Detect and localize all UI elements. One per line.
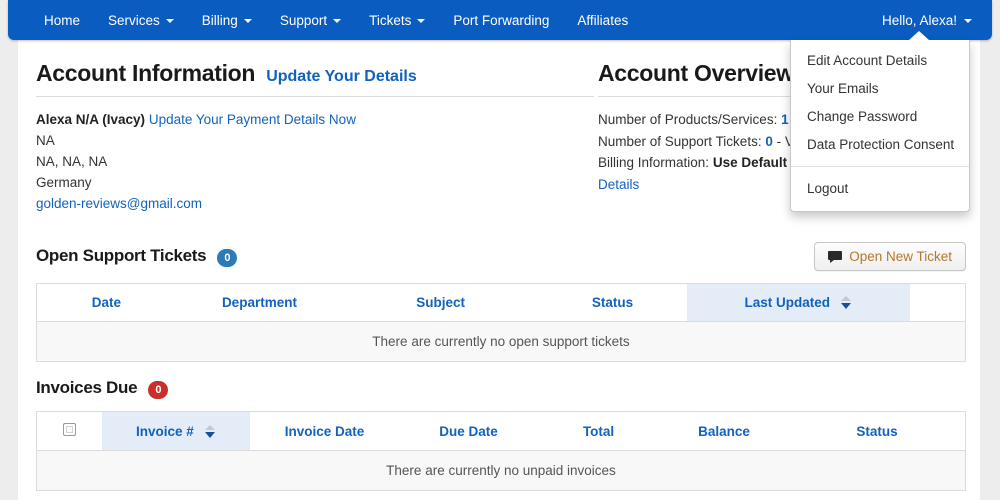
divider bbox=[36, 96, 594, 97]
column-header-last-updated-label: Last Updated bbox=[744, 295, 830, 310]
nav-item-port-forwarding[interactable]: Port Forwarding bbox=[439, 0, 563, 40]
support-tickets-count[interactable]: 0 bbox=[765, 134, 773, 149]
support-tickets-table: Date Department Subject Status Last Upda… bbox=[36, 283, 966, 362]
column-header-invoice-status[interactable]: Status bbox=[789, 411, 966, 451]
invoices-due-heading: Invoices Due 0 bbox=[36, 378, 966, 399]
update-payment-details-link[interactable]: Update Your Payment Details Now bbox=[149, 112, 356, 127]
invoices-due-count-badge: 0 bbox=[148, 381, 169, 399]
nav-item-affiliates[interactable]: Affiliates bbox=[563, 0, 642, 40]
menu-item-data-protection-consent[interactable]: Data Protection Consent bbox=[791, 131, 969, 159]
nav-item-billing[interactable]: Billing bbox=[188, 0, 266, 40]
invoices-table-head: Invoice # Invoice Date Due Date Total Ba… bbox=[36, 411, 966, 451]
account-information-section: Account Information Update Your Details … bbox=[36, 60, 594, 214]
chevron-down-icon bbox=[964, 19, 972, 23]
chevron-down-icon bbox=[417, 19, 426, 23]
account-dropdown-menu: Edit Account Details Your Emails Change … bbox=[790, 31, 970, 212]
support-tickets-table-head: Date Department Subject Status Last Upda… bbox=[36, 283, 966, 322]
column-header-status[interactable]: Status bbox=[538, 283, 687, 322]
menu-item-your-emails[interactable]: Your Emails bbox=[791, 75, 969, 103]
invoices-due-title: Invoices Due bbox=[36, 378, 138, 397]
column-header-actions bbox=[909, 283, 966, 322]
page-title: Account Information bbox=[36, 60, 256, 86]
open-support-tickets-header: Open Support Tickets 0 Open New Ticket bbox=[36, 242, 966, 271]
nav-item-label: Port Forwarding bbox=[453, 12, 550, 28]
invoices-due-section: Invoices Due 0 Invoice # Invoice Date Du… bbox=[36, 378, 966, 491]
account-overview-title: Account Overview bbox=[598, 60, 794, 86]
billing-information-value: Use Default ( bbox=[712, 155, 796, 170]
open-new-ticket-button[interactable]: Open New Ticket bbox=[814, 242, 966, 271]
menu-item-change-password[interactable]: Change Password bbox=[791, 103, 969, 131]
invoices-empty-message: There are currently no unpaid invoices bbox=[36, 450, 966, 491]
page-root: Home Services Billing Support Tickets Po… bbox=[0, 0, 1000, 500]
support-tickets-table-body: There are currently no open support tick… bbox=[36, 321, 966, 362]
nav-item-label: Billing bbox=[201, 12, 238, 28]
billing-information-label: Billing Information: bbox=[598, 155, 710, 170]
top-navbar: Home Services Billing Support Tickets Po… bbox=[8, 0, 992, 40]
account-email-label: golden-reviews@gmail.com bbox=[36, 196, 203, 211]
nav-item-label: Support bbox=[279, 12, 328, 28]
invoices-table-body: There are currently no unpaid invoices bbox=[36, 450, 966, 491]
open-support-tickets-title: Open Support Tickets bbox=[36, 246, 207, 265]
nav-item-label: Tickets bbox=[369, 12, 412, 28]
nav-items: Home Services Billing Support Tickets Po… bbox=[30, 0, 642, 40]
menu-divider bbox=[791, 166, 969, 167]
page-right-gutter bbox=[980, 40, 1000, 500]
column-header-invoice-date[interactable]: Invoice Date bbox=[250, 411, 399, 451]
column-header-due-date[interactable]: Due Date bbox=[398, 411, 539, 451]
support-tickets-label: Number of Support Tickets: bbox=[598, 133, 762, 149]
account-name-row: Alexa N/A (Ivacy) Update Your Payment De… bbox=[36, 109, 594, 130]
column-header-date[interactable]: Date bbox=[36, 283, 176, 322]
column-header-total[interactable]: Total bbox=[538, 411, 659, 451]
menu-item-logout[interactable]: Logout bbox=[791, 175, 969, 203]
nav-item-label: Affiliates bbox=[577, 12, 629, 28]
update-your-details-link[interactable]: Update Your Details bbox=[266, 68, 417, 86]
select-all-checkbox[interactable] bbox=[62, 423, 76, 436]
address-line-1: NA bbox=[36, 133, 55, 148]
address-country: Germany bbox=[36, 175, 92, 190]
nav-item-support[interactable]: Support bbox=[266, 0, 355, 40]
column-header-invoice-number[interactable]: Invoice # bbox=[101, 411, 251, 451]
column-header-last-updated[interactable]: Last Updated bbox=[686, 283, 910, 322]
nav-item-label: Home bbox=[44, 12, 81, 28]
invoices-table: Invoice # Invoice Date Due Date Total Ba… bbox=[36, 411, 966, 491]
products-services-count[interactable]: 1 bbox=[781, 112, 789, 127]
nav-item-tickets[interactable]: Tickets bbox=[355, 0, 439, 40]
open-support-tickets-section: Open Support Tickets 0 Open New Ticket D… bbox=[36, 242, 966, 362]
nav-item-label: Services bbox=[108, 12, 160, 28]
products-services-label: Number of Products/Services: bbox=[598, 112, 778, 127]
open-new-ticket-label: Open New Ticket bbox=[849, 249, 952, 264]
sort-descending-icon bbox=[204, 424, 216, 438]
nav-item-services[interactable]: Services bbox=[94, 0, 188, 40]
chevron-down-icon bbox=[165, 19, 174, 23]
open-support-tickets-count-badge: 0 bbox=[217, 249, 238, 267]
address-line-2: NA, NA, NA bbox=[36, 154, 108, 169]
column-header-department[interactable]: Department bbox=[175, 283, 344, 322]
column-header-balance[interactable]: Balance bbox=[658, 411, 789, 451]
account-information-heading: Account Information Update Your Details bbox=[36, 60, 594, 87]
account-email-link[interactable]: golden-reviews@gmail.com bbox=[36, 193, 594, 214]
menu-item-edit-account-details[interactable]: Edit Account Details bbox=[791, 47, 969, 75]
account-holder-name: Alexa N/A (Ivacy) bbox=[36, 112, 146, 127]
column-header-subject[interactable]: Subject bbox=[343, 283, 539, 322]
support-tickets-empty-message: There are currently no open support tick… bbox=[36, 321, 966, 362]
chevron-down-icon bbox=[333, 19, 342, 23]
sort-descending-icon bbox=[840, 296, 852, 309]
open-support-tickets-heading: Open Support Tickets 0 bbox=[36, 246, 238, 267]
billing-details-link[interactable]: Details bbox=[598, 177, 639, 192]
column-header-select-all[interactable] bbox=[36, 411, 102, 451]
comment-icon bbox=[828, 250, 843, 263]
chevron-down-icon bbox=[243, 19, 252, 23]
table-row-empty: There are currently no unpaid invoices bbox=[36, 450, 966, 491]
table-row-empty: There are currently no open support tick… bbox=[36, 321, 966, 362]
account-greeting-label: Hello, Alexa! bbox=[881, 12, 957, 28]
nav-item-home[interactable]: Home bbox=[30, 0, 94, 40]
table-header-row: Date Department Subject Status Last Upda… bbox=[36, 283, 966, 322]
column-header-invoice-number-label: Invoice # bbox=[136, 423, 194, 439]
table-header-row: Invoice # Invoice Date Due Date Total Ba… bbox=[36, 411, 966, 451]
